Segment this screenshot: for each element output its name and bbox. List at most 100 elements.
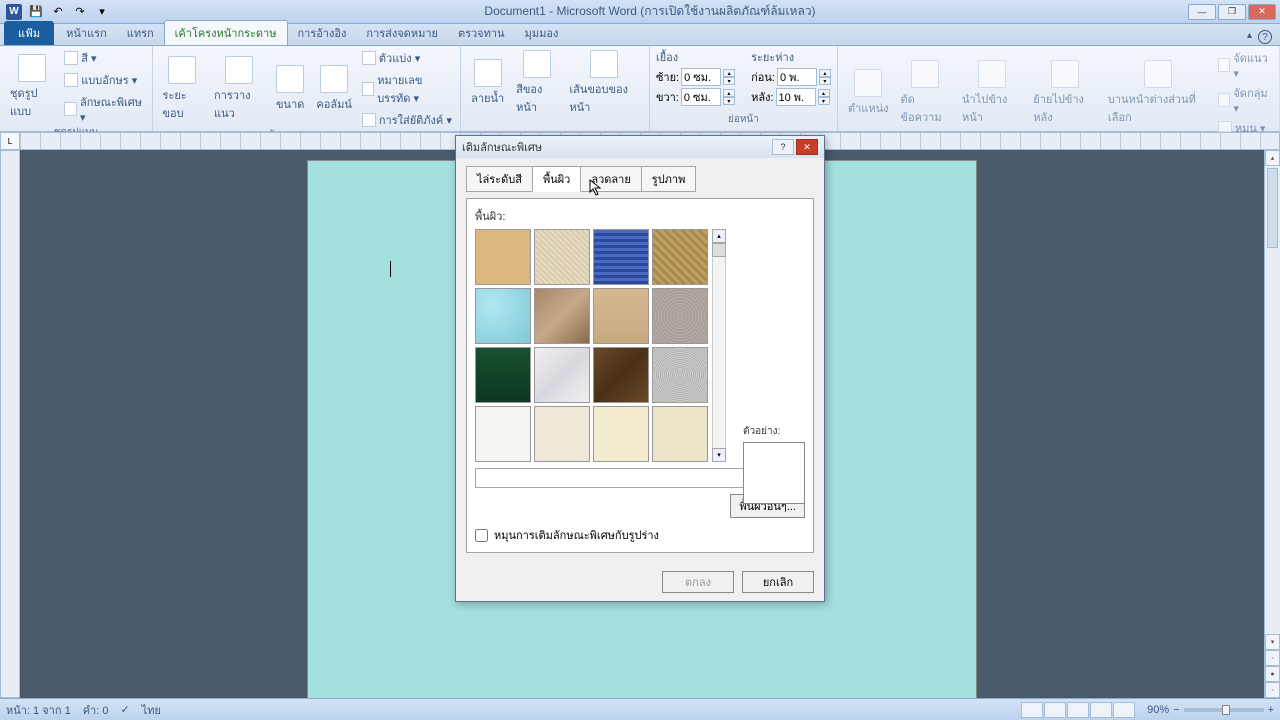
vertical-ruler[interactable] bbox=[0, 150, 20, 698]
dialog-close-button[interactable]: ✕ bbox=[796, 139, 818, 155]
zoom-level[interactable]: 90% bbox=[1147, 704, 1169, 716]
minimize-button[interactable]: — bbox=[1188, 4, 1216, 20]
tab-page-layout[interactable]: เค้าโครงหน้ากระดาษ bbox=[164, 20, 288, 45]
zoom-out-button[interactable]: − bbox=[1173, 704, 1179, 716]
themes-button[interactable]: ชุดรูปแบบ bbox=[6, 52, 58, 122]
scroll-thumb[interactable] bbox=[712, 243, 726, 257]
texture-swatch[interactable] bbox=[475, 406, 531, 462]
texture-swatch[interactable] bbox=[593, 406, 649, 462]
spin-up-icon[interactable]: ▴ bbox=[818, 89, 830, 97]
tab-file[interactable]: แฟ้ม bbox=[4, 21, 54, 45]
tab-picture[interactable]: รูปภาพ bbox=[641, 166, 697, 192]
rotate-fill-label: หมุนการเติมลักษณะพิเศษกับรูปร่าง bbox=[494, 526, 659, 544]
watermark-button[interactable]: ลายน้ำ bbox=[467, 57, 508, 109]
view-full-screen[interactable] bbox=[1044, 702, 1066, 718]
status-language[interactable]: ไทย bbox=[142, 701, 161, 719]
scroll-up-icon[interactable]: ▴ bbox=[1265, 150, 1280, 166]
cancel-button[interactable]: ยกเลิก bbox=[742, 571, 814, 593]
spin-up-icon[interactable]: ▴ bbox=[819, 69, 831, 77]
ok-button[interactable]: ตกลง bbox=[662, 571, 734, 593]
margins-button[interactable]: ระยะขอบ bbox=[159, 54, 207, 124]
tab-references[interactable]: การอ้างอิง bbox=[288, 21, 357, 45]
spacing-after-input[interactable] bbox=[776, 88, 816, 106]
spin-down-icon[interactable]: ▾ bbox=[723, 97, 735, 105]
close-button[interactable]: ✕ bbox=[1248, 4, 1276, 20]
page-borders-icon bbox=[590, 50, 618, 78]
fonts-button[interactable]: แบบอักษร ▾ bbox=[62, 70, 145, 90]
scroll-down-icon[interactable]: ▾ bbox=[1265, 634, 1280, 650]
page-color-button[interactable]: สีของหน้า bbox=[512, 48, 561, 118]
texture-scrollbar[interactable]: ▴ ▾ bbox=[712, 229, 726, 462]
tab-insert[interactable]: แทรก bbox=[117, 21, 164, 45]
tab-view[interactable]: มุมมอง bbox=[515, 21, 569, 45]
spin-down-icon[interactable]: ▾ bbox=[818, 97, 830, 105]
texture-swatch[interactable] bbox=[475, 288, 531, 344]
help-icon[interactable]: ? bbox=[1258, 30, 1272, 44]
ribbon-minimize-icon[interactable]: ▴ bbox=[1247, 30, 1252, 41]
texture-swatch[interactable] bbox=[593, 229, 649, 285]
zoom-in-button[interactable]: + bbox=[1268, 704, 1274, 716]
next-page-icon[interactable]: ◦ bbox=[1265, 682, 1280, 698]
app-icon[interactable]: W bbox=[4, 3, 24, 21]
texture-swatch[interactable] bbox=[475, 229, 531, 285]
breaks-button[interactable]: ตัวแบ่ง ▾ bbox=[360, 48, 454, 68]
tab-mailings[interactable]: การส่งจดหมาย bbox=[356, 21, 448, 45]
spin-down-icon[interactable]: ▾ bbox=[819, 77, 831, 85]
indent-left-input[interactable] bbox=[681, 68, 721, 86]
scroll-thumb[interactable] bbox=[1267, 168, 1278, 248]
tab-pattern[interactable]: ลวดลาย bbox=[580, 166, 641, 192]
colors-button[interactable]: สี ▾ bbox=[62, 48, 145, 68]
texture-swatch[interactable] bbox=[475, 347, 531, 403]
maximize-button[interactable]: ❐ bbox=[1218, 4, 1246, 20]
texture-swatch[interactable] bbox=[534, 288, 590, 344]
redo-button[interactable]: ↷ bbox=[70, 3, 90, 21]
texture-swatch[interactable] bbox=[652, 347, 708, 403]
tab-texture[interactable]: พื้นผิว bbox=[532, 166, 581, 192]
indent-right-input[interactable] bbox=[681, 88, 721, 106]
effects-button[interactable]: ลักษณะพิเศษ ▾ bbox=[62, 92, 145, 125]
view-outline[interactable] bbox=[1090, 702, 1112, 718]
browse-object-icon[interactable]: ● bbox=[1265, 666, 1280, 682]
orientation-button[interactable]: การวางแนว bbox=[210, 54, 268, 124]
line-numbers-button[interactable]: หมายเลขบรรทัด ▾ bbox=[360, 70, 454, 108]
group-page-setup: ระยะขอบ การวางแนว ขนาด คอลัมน์ ตัวแบ่ง ▾… bbox=[153, 46, 462, 131]
status-page[interactable]: หน้า: 1 จาก 1 bbox=[6, 701, 71, 719]
save-button[interactable]: 💾 bbox=[26, 3, 46, 21]
tab-gradient[interactable]: ไล่ระดับสี bbox=[466, 166, 533, 192]
columns-button[interactable]: คอลัมน์ bbox=[312, 63, 355, 115]
status-words[interactable]: คำ: 0 bbox=[83, 701, 109, 719]
hyphenation-button[interactable]: การใส่ยัติภังค์ ▾ bbox=[360, 110, 454, 130]
spin-up-icon[interactable]: ▴ bbox=[723, 69, 735, 77]
texture-swatch[interactable] bbox=[534, 229, 590, 285]
page-borders-button[interactable]: เส้นขอบของหน้า bbox=[565, 48, 643, 118]
size-button[interactable]: ขนาด bbox=[272, 63, 308, 115]
tab-home[interactable]: หน้าแรก bbox=[56, 21, 117, 45]
undo-button[interactable]: ↶ bbox=[48, 3, 68, 21]
view-web-layout[interactable] bbox=[1067, 702, 1089, 718]
texture-swatch[interactable] bbox=[593, 288, 649, 344]
view-draft[interactable] bbox=[1113, 702, 1135, 718]
spin-down-icon[interactable]: ▾ bbox=[723, 77, 735, 85]
spacing-before-input[interactable] bbox=[777, 68, 817, 86]
zoom-slider[interactable] bbox=[1184, 708, 1264, 712]
page-color-icon bbox=[523, 50, 551, 78]
spin-up-icon[interactable]: ▴ bbox=[723, 89, 735, 97]
rotate-fill-checkbox[interactable] bbox=[475, 529, 488, 542]
texture-swatch[interactable] bbox=[593, 347, 649, 403]
qat-customize[interactable]: ▾ bbox=[92, 3, 112, 21]
scroll-down-icon[interactable]: ▾ bbox=[712, 448, 726, 462]
proofing-icon[interactable]: ✓ bbox=[120, 703, 129, 716]
view-print-layout[interactable] bbox=[1021, 702, 1043, 718]
texture-swatch[interactable] bbox=[652, 288, 708, 344]
dialog-help-button[interactable]: ? bbox=[772, 139, 794, 155]
texture-swatch[interactable] bbox=[652, 406, 708, 462]
texture-swatch[interactable] bbox=[534, 406, 590, 462]
dialog-titlebar[interactable]: เติมลักษณะพิเศษ ? ✕ bbox=[456, 136, 824, 158]
prev-page-icon[interactable]: ◦ bbox=[1265, 650, 1280, 666]
zoom-thumb[interactable] bbox=[1222, 705, 1230, 715]
vertical-scrollbar[interactable]: ▴ ▾ ◦ ● ◦ bbox=[1264, 150, 1280, 698]
scroll-up-icon[interactable]: ▴ bbox=[712, 229, 726, 243]
texture-swatch[interactable] bbox=[534, 347, 590, 403]
texture-swatch[interactable] bbox=[652, 229, 708, 285]
tab-review[interactable]: ตรวจทาน bbox=[448, 21, 515, 45]
